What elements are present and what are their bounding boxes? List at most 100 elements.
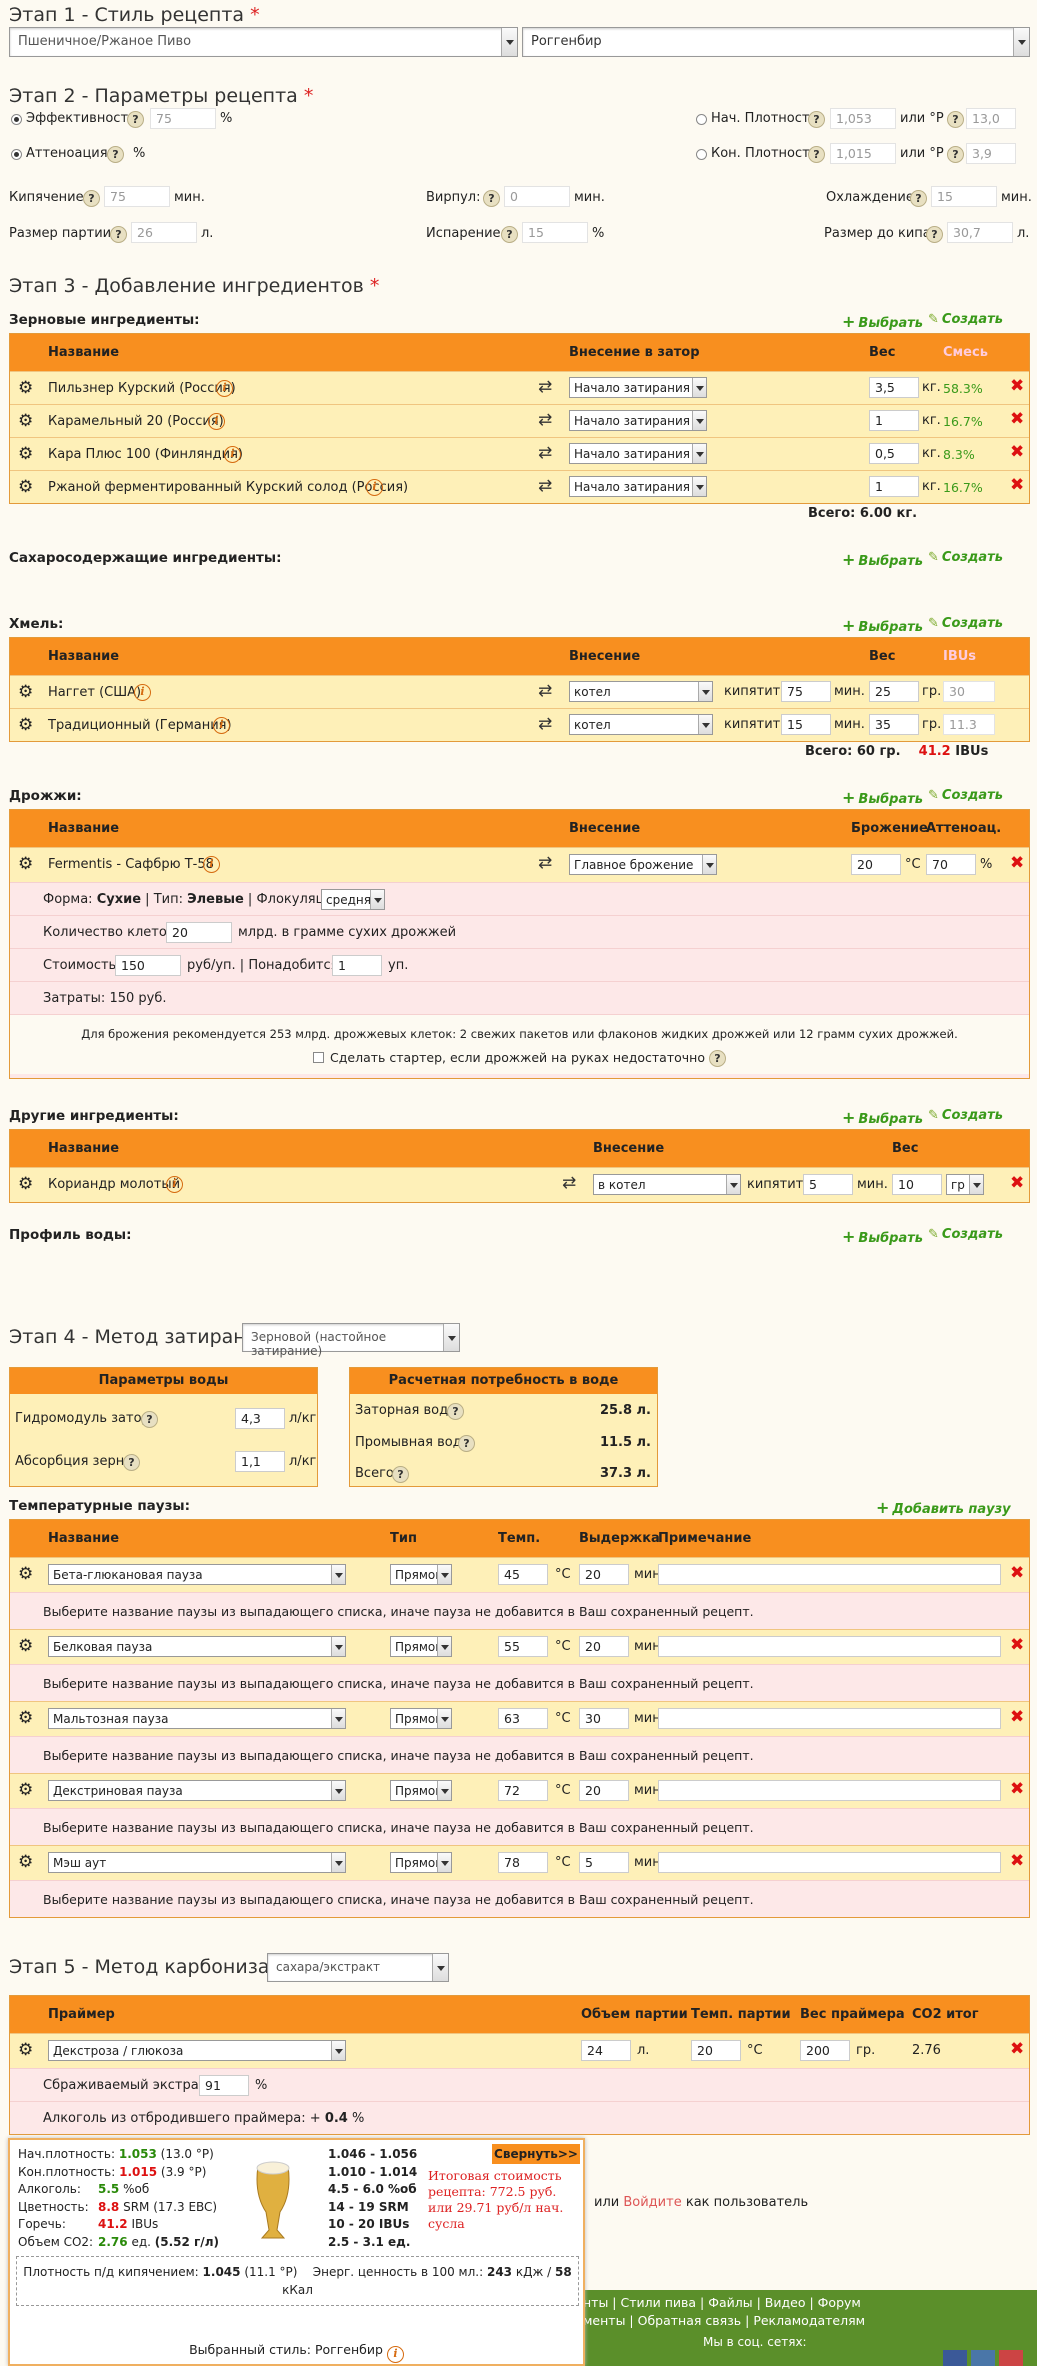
grain-addition-select[interactable]: Начало затирания xyxy=(569,476,707,497)
swap-icon[interactable]: ⇄ xyxy=(538,443,552,463)
mash-method-select[interactable]: Зерновой (настойное затирание) xyxy=(242,1323,460,1358)
info-icon[interactable]: i xyxy=(224,446,241,463)
gear-icon[interactable]: ⚙ xyxy=(18,1780,36,1800)
pause-hold-input[interactable]: 30 xyxy=(579,1708,629,1729)
pause-type-select[interactable]: Прямой н xyxy=(390,1708,452,1729)
primer-select[interactable]: Декстроза / глюкоза xyxy=(48,2040,346,2061)
info-icon[interactable]: i xyxy=(134,684,151,701)
yeast-choose-link[interactable]: + Выбрать xyxy=(842,788,923,807)
style-category-select[interactable]: Пшеничное/Ржаное Пиво xyxy=(9,27,518,57)
gear-icon[interactable]: ⚙ xyxy=(18,854,36,874)
facebook-icon[interactable] xyxy=(943,2350,967,2366)
help-icon[interactable]: ? xyxy=(447,1403,464,1420)
help-icon[interactable]: ? xyxy=(808,111,825,128)
mash-ratio-input[interactable]: 4,3 xyxy=(235,1408,285,1429)
gear-icon[interactable]: ⚙ xyxy=(18,378,36,398)
pause-name-select[interactable]: Мальтозная пауза xyxy=(48,1708,346,1729)
help-icon[interactable]: ? xyxy=(708,1050,726,1067)
swap-icon[interactable]: ⇄ xyxy=(538,714,552,734)
pause-temp-input[interactable]: 78 xyxy=(498,1852,548,1873)
absorption-input[interactable]: 1,1 xyxy=(235,1451,285,1472)
og-input[interactable]: 1,053 xyxy=(830,108,896,129)
delete-icon[interactable]: ✖ xyxy=(1010,409,1024,429)
delete-icon[interactable]: ✖ xyxy=(1010,1563,1024,1583)
other-choose-link[interactable]: + Выбрать xyxy=(842,1108,923,1127)
gear-icon[interactable]: ⚙ xyxy=(18,682,36,702)
gear-icon[interactable]: ⚙ xyxy=(18,1564,36,1584)
hop-addition-select[interactable]: котел xyxy=(569,714,713,735)
gear-icon[interactable]: ⚙ xyxy=(18,715,36,735)
sugar-create-link[interactable]: ✎ Создать xyxy=(928,550,1003,565)
pause-temp-input[interactable]: 55 xyxy=(498,1636,548,1657)
pause-type-select[interactable]: Прямой н xyxy=(390,1852,452,1873)
pause-type-select[interactable]: Прямой н xyxy=(390,1780,452,1801)
cooling-input[interactable]: 15 xyxy=(931,186,997,207)
gear-icon[interactable]: ⚙ xyxy=(18,1174,36,1194)
pause-note-input[interactable] xyxy=(658,1852,1001,1873)
info-icon[interactable]: i xyxy=(216,380,233,397)
login-link[interactable]: Войдите xyxy=(623,2195,681,2210)
gear-icon[interactable]: ⚙ xyxy=(18,1636,36,1656)
cells-input[interactable]: 20 xyxy=(166,922,232,943)
swap-icon[interactable]: ⇄ xyxy=(538,377,552,397)
efficiency-input[interactable]: 75 xyxy=(150,108,216,129)
style-select[interactable]: Роггенбир xyxy=(522,27,1030,57)
pause-hold-input[interactable]: 20 xyxy=(579,1780,629,1801)
starter-option[interactable]: Сделать стартер, если дрожжей на руках н… xyxy=(10,1050,1029,1067)
add-pause-link[interactable]: + Добавить паузу xyxy=(876,1498,1011,1517)
info-icon[interactable]: i xyxy=(203,856,220,873)
sugar-choose-link[interactable]: + Выбрать xyxy=(842,550,923,569)
pause-type-select[interactable]: Прямой н xyxy=(390,1636,452,1657)
boil-input[interactable]: 75 xyxy=(104,186,170,207)
yeast-packs-input[interactable]: 1 xyxy=(332,955,382,976)
help-icon[interactable]: ? xyxy=(947,146,964,163)
extract-input[interactable]: 91 xyxy=(199,2075,249,2096)
delete-icon[interactable]: ✖ xyxy=(1010,1779,1024,1799)
hops-choose-link[interactable]: + Выбрать xyxy=(842,616,923,635)
info-icon[interactable]: i xyxy=(208,413,225,430)
pause-temp-input[interactable]: 45 xyxy=(498,1564,548,1585)
og-radio[interactable] xyxy=(696,114,707,125)
delete-icon[interactable]: ✖ xyxy=(1010,442,1024,462)
grain-choose-link[interactable]: + Выбрать xyxy=(842,312,923,331)
help-icon[interactable]: ? xyxy=(808,146,825,163)
collapse-button[interactable]: Свернуть>> xyxy=(492,2144,580,2164)
attenuation-radio[interactable] xyxy=(11,149,22,160)
vk-icon[interactable] xyxy=(971,2350,995,2366)
gear-icon[interactable]: ⚙ xyxy=(18,1852,36,1872)
batch-input[interactable]: 26 xyxy=(131,222,197,243)
info-icon[interactable]: i xyxy=(366,479,383,496)
help-icon[interactable]: ? xyxy=(458,1435,475,1452)
delete-icon[interactable]: ✖ xyxy=(1010,1173,1024,1193)
gear-icon[interactable]: ⚙ xyxy=(18,1708,36,1728)
instagram-icon[interactable] xyxy=(999,2350,1023,2366)
swap-icon[interactable]: ⇄ xyxy=(562,1173,576,1193)
evaporation-input[interactable]: 15 xyxy=(522,222,588,243)
efficiency-radio[interactable] xyxy=(11,114,22,125)
pause-hold-input[interactable]: 20 xyxy=(579,1564,629,1585)
og-plato-input[interactable]: 13,0 xyxy=(966,108,1016,129)
info-icon[interactable]: i xyxy=(213,717,230,734)
grain-create-link[interactable]: ✎ Создать xyxy=(928,312,1003,327)
gear-icon[interactable]: ⚙ xyxy=(18,477,36,497)
pause-note-input[interactable] xyxy=(658,1564,1001,1585)
gear-icon[interactable]: ⚙ xyxy=(18,411,36,431)
other-create-link[interactable]: ✎ Создать xyxy=(928,1108,1003,1123)
help-icon[interactable]: ? xyxy=(107,146,124,163)
flocculation-select[interactable]: средняя xyxy=(321,889,385,910)
starter-checkbox[interactable] xyxy=(313,1052,325,1063)
pause-hold-input[interactable]: 5 xyxy=(579,1852,629,1873)
fg-radio[interactable] xyxy=(696,149,707,160)
swap-icon[interactable]: ⇄ xyxy=(538,681,552,701)
swap-icon[interactable]: ⇄ xyxy=(538,410,552,430)
pause-name-select[interactable]: Белковая пауза xyxy=(48,1636,346,1657)
pause-note-input[interactable] xyxy=(658,1780,1001,1801)
yeast-cost-input[interactable]: 150 xyxy=(115,955,181,976)
pause-note-input[interactable] xyxy=(658,1636,1001,1657)
gear-icon[interactable]: ⚙ xyxy=(18,2040,36,2060)
delete-icon[interactable]: ✖ xyxy=(1010,1707,1024,1727)
delete-icon[interactable]: ✖ xyxy=(1010,475,1024,495)
other-unit-select[interactable]: гр xyxy=(946,1174,984,1195)
pause-type-select[interactable]: Прямой н xyxy=(390,1564,452,1585)
carbonation-method-select[interactable]: сахара/экстракт xyxy=(267,1953,449,1982)
